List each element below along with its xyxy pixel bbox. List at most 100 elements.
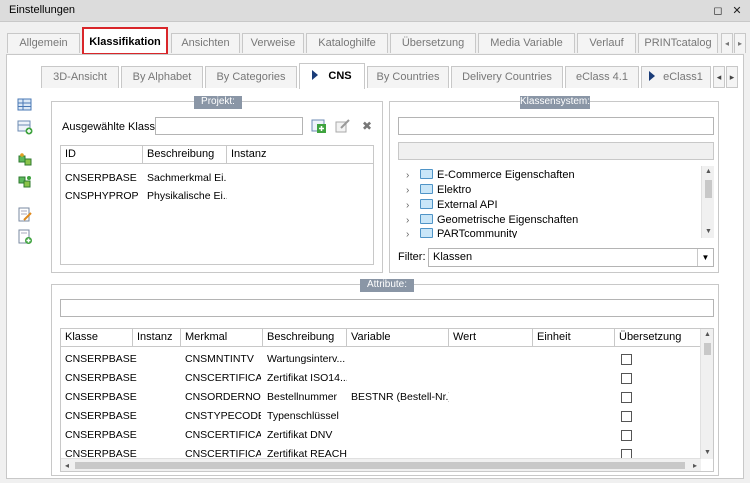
tree-item[interactable]: › E-Commerce Eigenschaften: [406, 169, 575, 184]
projekt-title: Projekt:: [194, 96, 242, 109]
tree-item[interactable]: › Elektro: [406, 184, 471, 199]
filter-value: Klassen: [433, 251, 473, 263]
filter-select[interactable]: Klassen ▼: [428, 248, 714, 267]
tab-printcatalog[interactable]: PRINTcatalog: [638, 33, 718, 53]
translation-checkbox[interactable]: [621, 392, 632, 403]
restore-icon[interactable]: ◻: [710, 3, 726, 19]
tree-item-label: Geometrische Eigenschaften: [437, 214, 579, 226]
col-id[interactable]: ID: [61, 146, 143, 164]
projekt-table: ID Beschreibung Instanz CNSERPBASE Sachm…: [60, 145, 374, 265]
edit-document-icon[interactable]: [17, 207, 33, 223]
tree-item[interactable]: › External API: [406, 199, 498, 214]
row-beschreibung: Physikalische Ei...: [147, 190, 227, 202]
scroll-thumb[interactable]: [75, 462, 685, 469]
tab-verlauf[interactable]: Verlauf: [577, 33, 636, 53]
scroll-up-icon[interactable]: ▲: [702, 166, 714, 178]
col-instanz[interactable]: Instanz: [227, 146, 373, 164]
main-tab-bar: Allgemein Klassifikation Ansichten Verwe…: [0, 27, 750, 55]
subtab-eclass1[interactable]: eClass1: [641, 66, 711, 88]
row-id: CNSPHYPROP: [65, 190, 139, 202]
chevron-right-icon[interactable]: ›: [406, 200, 420, 211]
subtab-by-categories[interactable]: By Categories: [205, 66, 297, 88]
scroll-down-icon[interactable]: ▼: [702, 226, 714, 238]
tabs-scroll-right-icon[interactable]: ▸: [734, 33, 746, 53]
tab-uebersetzung[interactable]: Übersetzung: [390, 33, 476, 53]
tree-item-label: PARTcommunity: [437, 228, 518, 238]
row-merkmal: CNSCERTIFICA...: [185, 372, 261, 384]
row-klasse: CNSERPBASE: [65, 372, 137, 384]
selected-classes-label: Ausgewählte Klassen: [62, 121, 168, 133]
tree-item[interactable]: › PARTcommunity: [406, 228, 517, 238]
subtab-eclass-41[interactable]: eClass 4.1: [565, 66, 639, 88]
projekt-table-header: ID Beschreibung Instanz: [61, 146, 373, 164]
col-einheit[interactable]: Einheit: [533, 329, 615, 347]
scroll-thumb[interactable]: [705, 180, 712, 198]
scroll-down-icon[interactable]: ▼: [701, 447, 713, 459]
subtab-3d-ansicht[interactable]: 3D-Ansicht: [41, 66, 119, 88]
tab-kataloghilfe[interactable]: Kataloghilfe: [306, 33, 388, 53]
scroll-left-icon[interactable]: ◂: [61, 459, 73, 471]
subtab-by-countries[interactable]: By Countries: [367, 66, 449, 88]
puzzle-add-icon[interactable]: [17, 174, 33, 190]
table-view-icon[interactable]: [17, 97, 33, 113]
class-search-input[interactable]: [398, 117, 714, 135]
subtab-delivery-countries[interactable]: Delivery Countries: [451, 66, 563, 88]
col-beschreibung[interactable]: Beschreibung: [263, 329, 347, 347]
close-icon[interactable]: ✕: [729, 3, 745, 19]
chevron-down-icon[interactable]: ▼: [697, 249, 713, 266]
chevron-right-icon[interactable]: ›: [406, 185, 420, 196]
puzzle-icon[interactable]: [17, 152, 33, 168]
tab-verweise[interactable]: Verweise: [242, 33, 304, 53]
scroll-right-icon[interactable]: ▸: [689, 459, 701, 471]
add-class-icon[interactable]: [311, 118, 327, 134]
attribute-hscrollbar[interactable]: ◂ ▸: [61, 458, 701, 471]
col-klasse[interactable]: Klasse: [61, 329, 133, 347]
attribute-search-input[interactable]: [60, 299, 714, 317]
row-merkmal: CNSORDERNO: [185, 391, 261, 403]
translation-checkbox[interactable]: [621, 430, 632, 441]
folder-icon: [420, 199, 433, 209]
subtabs-scroll-left-icon[interactable]: ◂: [713, 66, 725, 88]
tree-scrollbar[interactable]: ▲ ▼: [701, 166, 714, 238]
tab-allgemein[interactable]: Allgemein: [7, 33, 80, 53]
arrow-right-icon: [649, 71, 656, 81]
tree-item[interactable]: › Geometrische Eigenschaften: [406, 214, 578, 229]
add-document-icon[interactable]: [17, 229, 33, 245]
edit-class-icon[interactable]: [335, 118, 351, 134]
translation-checkbox[interactable]: [621, 354, 632, 365]
subtab-cns[interactable]: CNS: [299, 63, 365, 89]
selected-classes-input[interactable]: [155, 117, 303, 135]
translation-checkbox[interactable]: [621, 373, 632, 384]
window-title: Einstellungen: [9, 4, 76, 16]
subtabs-scroll-right-icon[interactable]: ▸: [726, 66, 738, 88]
row-merkmal: CNSCERTIFICA...: [185, 429, 261, 441]
tab-media-variable[interactable]: Media Variable: [478, 33, 575, 53]
col-instanz[interactable]: Instanz: [133, 329, 181, 347]
col-beschreibung[interactable]: Beschreibung: [143, 146, 227, 164]
tab-ansichten[interactable]: Ansichten: [171, 33, 240, 53]
row-beschreibung: Sachmerkmal Ei...: [147, 172, 227, 184]
scroll-up-icon[interactable]: ▲: [701, 329, 713, 341]
attribute-vscrollbar[interactable]: ▲ ▼: [700, 329, 713, 459]
attribute-group: Attribute: Klasse Instanz Merkmal Beschr…: [51, 279, 719, 476]
subtab-eclass1-label: eClass1: [663, 71, 703, 83]
klassifikation-panel: 3D-Ansicht By Alphabet By Categories CNS…: [6, 54, 744, 479]
chevron-right-icon[interactable]: ›: [406, 215, 420, 226]
col-uebersetzung[interactable]: Übersetzung: [615, 329, 700, 347]
scroll-thumb[interactable]: [704, 343, 711, 355]
delete-class-icon[interactable]: ✖: [359, 118, 375, 134]
projekt-group: Projekt: Ausgewählte Klassen ✖ ID Beschr…: [51, 96, 383, 273]
chevron-right-icon[interactable]: ›: [406, 229, 420, 238]
attribute-table-header: Klasse Instanz Merkmal Beschreibung Vari…: [61, 329, 713, 347]
translation-checkbox[interactable]: [621, 411, 632, 422]
col-variable[interactable]: Variable: [347, 329, 449, 347]
col-wert[interactable]: Wert: [449, 329, 533, 347]
add-table-icon[interactable]: [17, 119, 33, 135]
subtab-by-alphabet[interactable]: By Alphabet: [121, 66, 203, 88]
chevron-right-icon[interactable]: ›: [406, 170, 420, 181]
tabs-scroll-left-icon[interactable]: ◂: [721, 33, 733, 53]
class-path-field: [398, 142, 714, 160]
tab-klassifikation[interactable]: Klassifikation: [82, 27, 168, 55]
row-beschreibung: Zertifikat ISO14...: [267, 372, 347, 384]
col-merkmal[interactable]: Merkmal: [181, 329, 263, 347]
